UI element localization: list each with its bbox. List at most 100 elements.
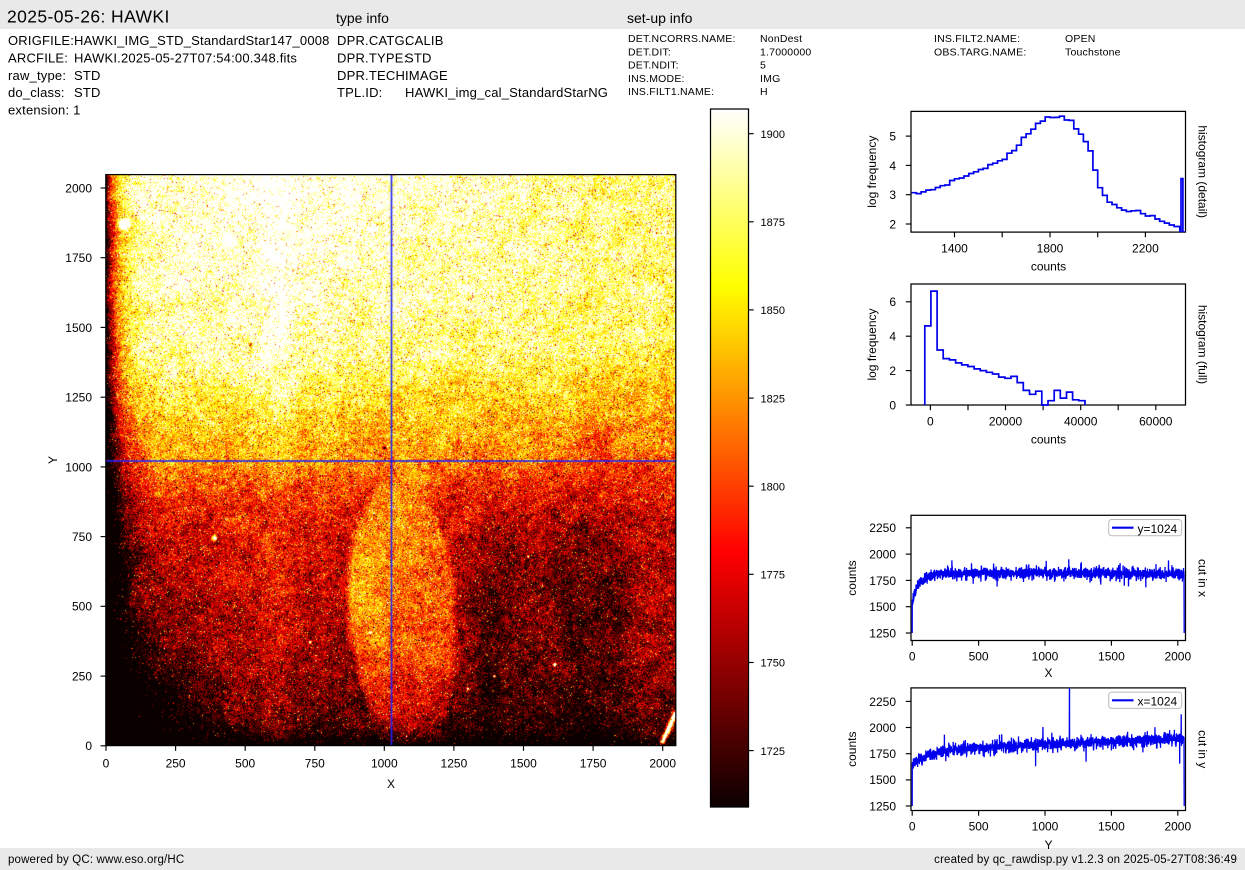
svg-text:2250: 2250 (869, 521, 896, 535)
svg-text:60000: 60000 (1139, 415, 1173, 429)
svg-text:extension: 1: extension: 1 (8, 103, 81, 118)
svg-text:4: 4 (889, 159, 896, 173)
svg-text:500: 500 (969, 650, 989, 664)
svg-text:X: X (1044, 666, 1052, 680)
svg-text:2000: 2000 (869, 721, 896, 735)
svg-text:1750: 1750 (761, 658, 785, 670)
svg-text:OPEN: OPEN (1065, 33, 1096, 45)
svg-text:HAWKI.2025-05-27T07:54:00.348.: HAWKI.2025-05-27T07:54:00.348.fits (74, 50, 297, 65)
svg-text:1825: 1825 (761, 393, 785, 405)
svg-text:Touchstone: Touchstone (1065, 46, 1121, 58)
svg-text:type info: type info (336, 10, 389, 26)
svg-text:CALIB: CALIB (405, 33, 444, 48)
svg-text:5: 5 (760, 60, 766, 72)
svg-text:log frequency: log frequency (865, 308, 879, 380)
svg-text:250: 250 (166, 757, 186, 771)
svg-text:set-up info: set-up info (627, 10, 693, 26)
svg-text:IMAGE: IMAGE (405, 68, 448, 83)
svg-text:counts: counts (845, 732, 859, 767)
svg-text:1250: 1250 (869, 799, 896, 813)
svg-text:2025-05-26: HAWKI: 2025-05-26: HAWKI (7, 7, 170, 27)
svg-text:OBS.TARG.NAME:: OBS.TARG.NAME: (934, 46, 1026, 58)
svg-text:750: 750 (72, 530, 92, 544)
svg-text:histogram (detail): histogram (detail) (1196, 125, 1210, 218)
svg-text:1750: 1750 (869, 747, 896, 761)
svg-text:DPR.TECH:: DPR.TECH: (337, 68, 409, 83)
svg-text:2200: 2200 (1132, 242, 1159, 256)
svg-text:5: 5 (889, 130, 896, 144)
svg-text:2250: 2250 (869, 695, 896, 709)
svg-text:4: 4 (889, 330, 896, 344)
svg-text:powered by QC: www.eso.org/HC: powered by QC: www.eso.org/HC (8, 854, 184, 866)
svg-text:ORIGFILE:: ORIGFILE: (8, 33, 74, 48)
svg-text:250: 250 (72, 670, 92, 684)
svg-text:1800: 1800 (1037, 242, 1064, 256)
svg-text:Y: Y (46, 456, 60, 464)
svg-text:2000: 2000 (649, 757, 676, 771)
svg-text:0: 0 (103, 757, 110, 771)
svg-text:STD: STD (405, 50, 432, 65)
svg-text:1000: 1000 (1032, 650, 1059, 664)
svg-text:1775: 1775 (761, 570, 785, 582)
svg-text:cut in y: cut in y (1196, 730, 1210, 768)
svg-text:1000: 1000 (371, 757, 398, 771)
svg-text:1875: 1875 (761, 217, 785, 229)
svg-text:2000: 2000 (65, 181, 92, 195)
svg-text:1250: 1250 (65, 391, 92, 405)
svg-text:1.7000000: 1.7000000 (760, 46, 811, 58)
svg-text:1500: 1500 (1098, 820, 1125, 834)
svg-text:0: 0 (909, 650, 916, 664)
svg-text:STD: STD (74, 85, 101, 100)
svg-text:1500: 1500 (510, 757, 537, 771)
svg-text:DPR.CATG:: DPR.CATG: (337, 33, 409, 48)
svg-text:counts: counts (1031, 433, 1066, 447)
svg-text:3: 3 (889, 188, 896, 202)
svg-text:2: 2 (889, 217, 896, 231)
svg-text:histogram (full): histogram (full) (1196, 305, 1210, 384)
svg-text:INS.MODE:: INS.MODE: (628, 73, 685, 85)
svg-text:counts: counts (1031, 260, 1066, 274)
svg-text:1725: 1725 (761, 746, 785, 758)
svg-text:DET.NDIT:: DET.NDIT: (628, 60, 679, 72)
svg-text:STD: STD (74, 68, 101, 83)
svg-text:INS.FILT1.NAME:: INS.FILT1.NAME: (628, 86, 714, 98)
svg-text:DET.DIT:: DET.DIT: (628, 46, 671, 58)
svg-text:1000: 1000 (1032, 820, 1059, 834)
svg-text:H: H (760, 86, 768, 98)
svg-text:1850: 1850 (761, 305, 785, 317)
svg-text:1750: 1750 (580, 757, 607, 771)
svg-text:INS.FILT2.NAME:: INS.FILT2.NAME: (934, 33, 1020, 45)
svg-text:750: 750 (305, 757, 325, 771)
svg-text:6: 6 (889, 295, 896, 309)
svg-text:1400: 1400 (941, 242, 968, 256)
svg-text:0: 0 (927, 415, 934, 429)
svg-text:2000: 2000 (1164, 820, 1191, 834)
svg-text:500: 500 (969, 820, 989, 834)
svg-text:do_class:: do_class: (8, 85, 65, 100)
svg-text:0: 0 (889, 398, 896, 412)
svg-text:HAWKI_img_cal_StandardStarNG: HAWKI_img_cal_StandardStarNG (405, 85, 608, 100)
svg-text:1750: 1750 (869, 574, 896, 588)
svg-text:1500: 1500 (869, 773, 896, 787)
svg-text:1000: 1000 (65, 460, 92, 474)
svg-text:Y: Y (1044, 838, 1052, 852)
svg-text:ARCFILE:: ARCFILE: (8, 50, 68, 65)
svg-text:log frequency: log frequency (865, 136, 879, 208)
svg-text:40000: 40000 (1064, 415, 1098, 429)
svg-text:2000: 2000 (869, 548, 896, 562)
svg-text:500: 500 (235, 757, 255, 771)
svg-text:created by qc_rawdisp.py v1.2.: created by qc_rawdisp.py v1.2.3 on 2025-… (934, 854, 1237, 866)
svg-text:counts: counts (845, 560, 859, 595)
svg-text:2000: 2000 (1164, 650, 1191, 664)
svg-text:DPR.TYPE:: DPR.TYPE: (337, 50, 407, 65)
svg-text:IMG: IMG (760, 73, 780, 85)
svg-text:HAWKI_IMG_STD_StandardStar147_: HAWKI_IMG_STD_StandardStar147_0008 (74, 33, 330, 48)
svg-text:500: 500 (72, 600, 92, 614)
svg-text:20000: 20000 (989, 415, 1023, 429)
svg-text:1500: 1500 (65, 321, 92, 335)
svg-text:TPL.ID:: TPL.ID: (337, 85, 382, 100)
svg-text:y=1024: y=1024 (1138, 522, 1178, 536)
svg-text:cut in x: cut in x (1196, 559, 1210, 597)
svg-text:1250: 1250 (869, 626, 896, 640)
svg-text:raw_type:: raw_type: (8, 68, 66, 83)
